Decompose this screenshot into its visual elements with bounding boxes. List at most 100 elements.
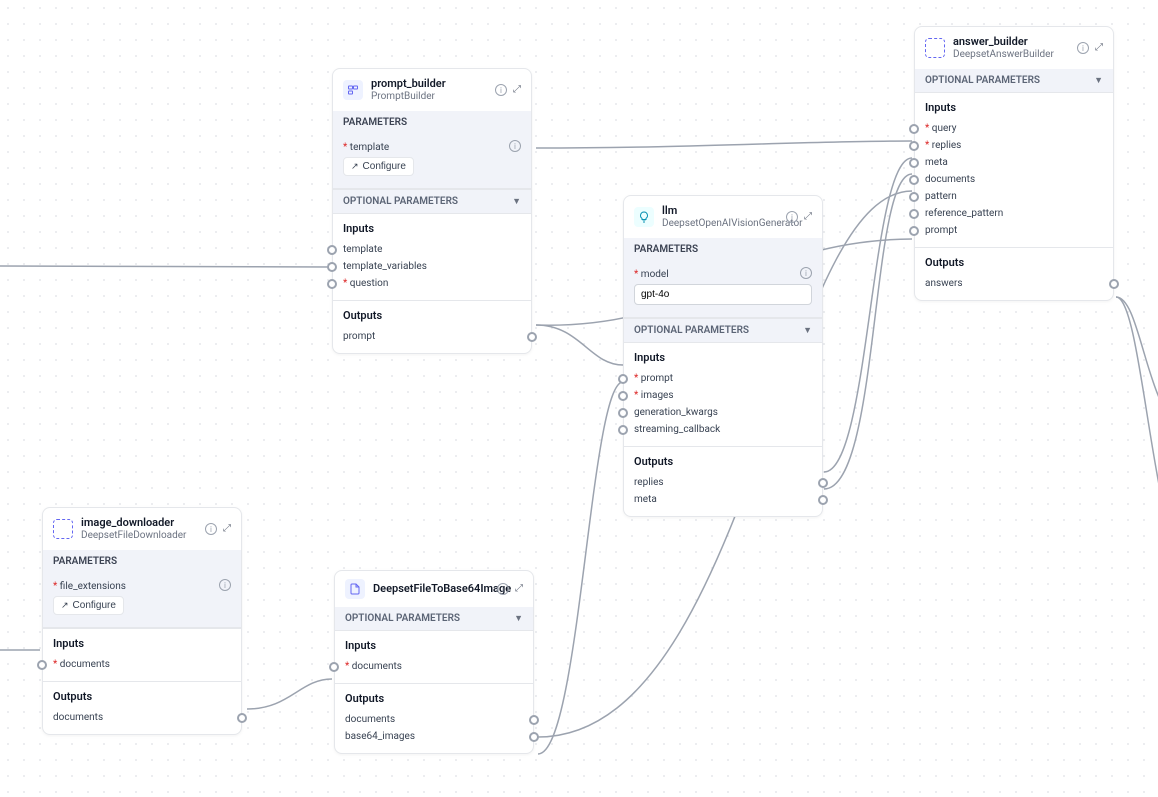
node-prompt-builder[interactable]: prompt_builder PromptBuilder i ⤢ PARAMET… [332, 68, 532, 354]
parameters-body: template i ↗ Configure [333, 134, 531, 189]
node-llm[interactable]: llm DeepsetOpenAIVisionGenerator i ⤢ PAR… [623, 195, 823, 517]
configure-button[interactable]: ↗ Configure [53, 596, 124, 615]
input-port[interactable]: reference_pattern [925, 205, 1103, 222]
info-icon[interactable]: i [219, 579, 231, 591]
info-icon[interactable]: i [800, 267, 812, 279]
port-handle[interactable] [327, 262, 337, 272]
chevron-down-icon: ▼ [512, 196, 521, 207]
port-handle[interactable] [618, 425, 628, 435]
node-image-downloader[interactable]: image_downloader DeepsetFileDownloader i… [42, 507, 242, 735]
node-header[interactable]: answer_builder DeepsetAnswerBuilder i ⤢ [915, 27, 1113, 69]
inputs-section: Inputs template template_variables quest… [333, 214, 531, 300]
optional-parameters-header[interactable]: OPTIONAL PARAMETERS ▼ [333, 189, 531, 213]
output-port[interactable]: base64_images [345, 728, 523, 745]
node-header[interactable]: image_downloader DeepsetFileDownloader i… [43, 508, 241, 550]
node-subtitle: DeepsetOpenAIVisionGenerator [662, 218, 778, 230]
output-port[interactable]: documents [345, 711, 523, 728]
node-subtitle: DeepsetFileDownloader [81, 530, 197, 542]
node-answer-builder[interactable]: answer_builder DeepsetAnswerBuilder i ⤢ … [914, 26, 1114, 301]
model-input[interactable] [634, 284, 812, 305]
output-port[interactable]: answers [925, 275, 1103, 292]
port-handle[interactable] [529, 715, 539, 725]
input-port[interactable]: meta [925, 154, 1103, 171]
info-icon[interactable]: i [495, 84, 507, 96]
input-port[interactable]: images [634, 387, 812, 404]
port-handle[interactable] [1109, 279, 1119, 289]
parameters-header[interactable]: PARAMETERS [624, 238, 822, 261]
expand-icon[interactable]: ⤢ [223, 523, 231, 535]
node-header[interactable]: llm DeepsetOpenAIVisionGenerator i ⤢ [624, 196, 822, 238]
info-icon[interactable]: i [1077, 42, 1089, 54]
port-handle[interactable] [527, 332, 537, 342]
node-file-to-base64[interactable]: DeepsetFileToBase64Image i ⤢ OPTIONAL PA… [334, 570, 534, 754]
parameters-header[interactable]: PARAMETERS [333, 111, 531, 134]
param-model: model [634, 269, 812, 280]
input-port[interactable]: replies [925, 137, 1103, 154]
outputs-header: Outputs [53, 690, 231, 703]
outputs-header: Outputs [343, 309, 521, 322]
input-port[interactable]: query [925, 120, 1103, 137]
optional-parameters-header[interactable]: OPTIONAL PARAMETERS ▼ [915, 69, 1113, 92]
input-port[interactable]: template [343, 241, 521, 258]
info-icon[interactable]: i [205, 523, 217, 535]
port-handle[interactable] [618, 374, 628, 384]
node-header[interactable]: DeepsetFileToBase64Image i ⤢ [335, 571, 533, 607]
input-port[interactable]: template_variables [343, 258, 521, 275]
port-handle[interactable] [37, 660, 47, 670]
port-handle[interactable] [618, 408, 628, 418]
output-port[interactable]: meta [634, 491, 812, 508]
port-handle[interactable] [909, 192, 919, 202]
port-handle[interactable] [818, 495, 828, 505]
expand-icon[interactable]: ⤢ [515, 583, 523, 595]
input-port[interactable]: generation_kwargs [634, 404, 812, 421]
port-handle[interactable] [909, 226, 919, 236]
inputs-header: Inputs [925, 101, 1103, 114]
node-header[interactable]: prompt_builder PromptBuilder i ⤢ [333, 69, 531, 111]
inputs-section: Inputs documents [43, 629, 241, 681]
port-handle[interactable] [909, 209, 919, 219]
info-icon[interactable]: i [786, 211, 798, 223]
input-port[interactable]: documents [345, 658, 523, 675]
outputs-section: Outputs answers [915, 248, 1113, 300]
port-handle[interactable] [909, 158, 919, 168]
port-handle[interactable] [909, 141, 919, 151]
input-port[interactable]: question [343, 275, 521, 292]
expand-icon[interactable]: ⤢ [804, 211, 812, 223]
port-handle[interactable] [618, 391, 628, 401]
expand-icon[interactable]: ⤢ [513, 84, 521, 96]
input-port[interactable]: documents [53, 656, 231, 673]
input-port[interactable]: prompt [634, 370, 812, 387]
input-port[interactable]: prompt [925, 222, 1103, 239]
port-handle[interactable] [909, 124, 919, 134]
prompt-icon [343, 80, 363, 100]
port-handle[interactable] [529, 732, 539, 742]
output-port[interactable]: replies [634, 474, 812, 491]
inputs-section: Inputs query replies meta documents patt… [915, 93, 1113, 247]
inputs-header: Inputs [343, 222, 521, 235]
optional-parameters-header[interactable]: OPTIONAL PARAMETERS ▼ [335, 607, 533, 630]
input-port[interactable]: documents [925, 171, 1103, 188]
output-port[interactable]: prompt [343, 328, 521, 345]
inputs-header: Inputs [53, 637, 231, 650]
output-port[interactable]: documents [53, 709, 231, 726]
port-handle[interactable] [237, 713, 247, 723]
outputs-header: Outputs [925, 256, 1103, 269]
inputs-section: Inputs documents [335, 631, 533, 683]
chevron-down-icon: ▼ [803, 325, 812, 336]
port-handle[interactable] [909, 175, 919, 185]
optional-parameters-header[interactable]: OPTIONAL PARAMETERS ▼ [624, 318, 822, 342]
input-port[interactable]: pattern [925, 188, 1103, 205]
node-title: image_downloader [81, 516, 197, 530]
port-handle[interactable] [329, 662, 339, 672]
node-title: answer_builder [953, 35, 1069, 49]
expand-icon[interactable]: ⤢ [1095, 42, 1103, 54]
parameters-header[interactable]: PARAMETERS [43, 550, 241, 573]
configure-button[interactable]: ↗ Configure [343, 157, 414, 176]
port-handle[interactable] [818, 478, 828, 488]
port-handle[interactable] [327, 245, 337, 255]
info-icon[interactable]: i [509, 140, 521, 152]
node-title: llm [662, 204, 778, 218]
info-icon[interactable]: i [497, 583, 509, 595]
input-port[interactable]: streaming_callback [634, 421, 812, 438]
port-handle[interactable] [327, 279, 337, 289]
